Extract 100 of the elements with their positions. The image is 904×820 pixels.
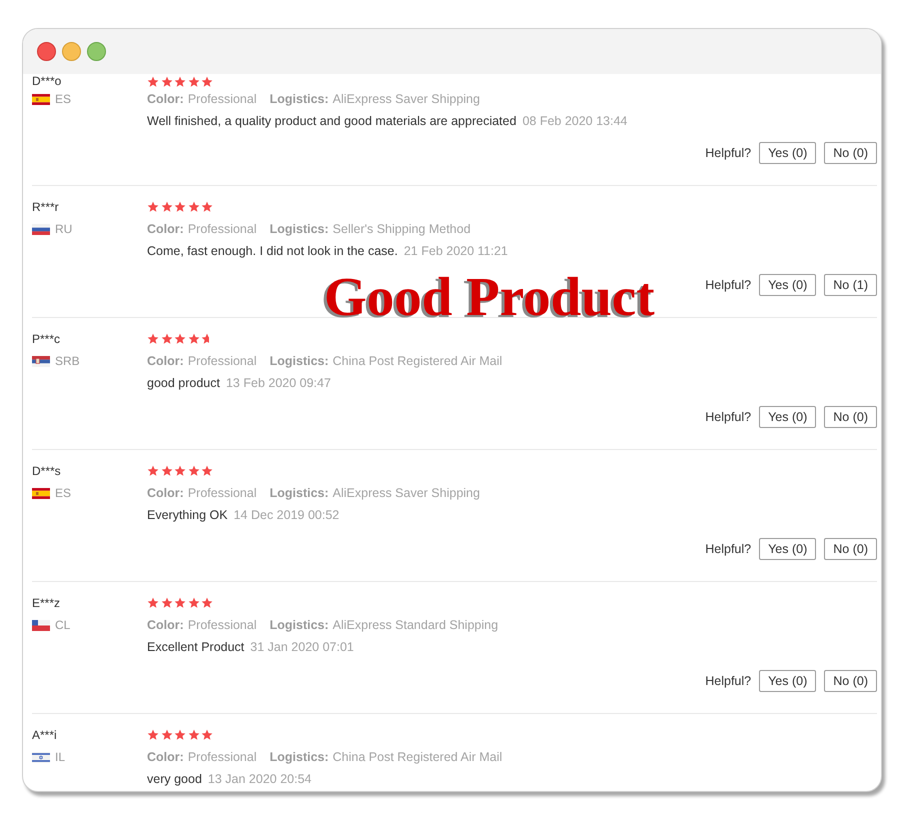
star-icon — [160, 76, 172, 88]
color-label: Color: — [147, 618, 184, 632]
star-icon — [160, 729, 172, 741]
reviewer-name: R***r — [32, 200, 59, 214]
color-value: Professional — [188, 486, 257, 500]
star-icon — [188, 333, 200, 345]
no-button[interactable]: No (0) — [824, 670, 877, 692]
star-icon — [174, 597, 186, 609]
star-icon — [147, 201, 159, 213]
star-icon — [160, 465, 172, 477]
review-text: Excellent Product — [147, 640, 244, 654]
star-icon — [160, 201, 172, 213]
star-icon — [188, 76, 200, 88]
reviewer-name: A***i — [32, 728, 57, 742]
review-date: 08 Feb 2020 13:44 — [522, 114, 628, 128]
helpful-label: Helpful? — [705, 146, 752, 160]
star-icon — [188, 201, 200, 213]
review-date: 31 Jan 2020 07:01 — [250, 640, 354, 654]
helpful-label: Helpful? — [705, 278, 752, 292]
minimize-button[interactable] — [62, 42, 81, 61]
color-value: Professional — [188, 750, 257, 764]
color-value: Professional — [188, 92, 257, 106]
flag-icon — [32, 356, 50, 366]
color-label: Color: — [147, 486, 184, 500]
review-date: 13 Feb 2020 09:47 — [226, 376, 331, 390]
star-icon — [201, 201, 213, 213]
logistics-label: Logistics: — [270, 354, 329, 368]
logistics-value: China Post Registered Air Mail — [332, 750, 502, 764]
review-text: Everything OK — [147, 508, 228, 522]
star-icon — [201, 465, 213, 477]
review-date: 21 Feb 2020 11:21 — [404, 244, 508, 258]
star-icon — [201, 597, 213, 609]
review-text: Come, fast enough. I did not look in the case. — [147, 244, 398, 258]
promo-heading: Good Product — [324, 269, 655, 325]
star-icon — [160, 333, 172, 345]
star-icon — [188, 597, 200, 609]
no-button[interactable]: No (0) — [824, 538, 877, 560]
logistics-label: Logistics: — [270, 486, 329, 500]
yes-button[interactable]: Yes (0) — [759, 274, 816, 296]
reviewer-name: D***o — [32, 75, 62, 88]
star-icon — [174, 729, 186, 741]
reviewer-name: P***c — [32, 332, 60, 346]
color-value: Professional — [188, 618, 257, 632]
logistics-label: Logistics: — [270, 92, 329, 106]
yes-button[interactable]: Yes (0) — [759, 142, 816, 164]
color-label: Color: — [147, 222, 184, 236]
review-date: 14 Dec 2019 00:52 — [234, 508, 340, 522]
logistics-value: Seller's Shipping Method — [332, 222, 471, 236]
logistics-label: Logistics: — [270, 222, 329, 236]
country-code: SRB — [55, 354, 80, 368]
color-label: Color: — [147, 354, 184, 368]
country-code: CL — [55, 618, 70, 632]
color-value: Professional — [188, 354, 257, 368]
reviewer-name: D***s — [32, 464, 61, 478]
country-code: RU — [55, 222, 72, 236]
yes-button[interactable]: Yes (0) — [759, 406, 816, 428]
logistics-value: China Post Registered Air Mail — [332, 354, 502, 368]
star-icon — [201, 76, 213, 88]
no-button[interactable]: No (0) — [824, 406, 877, 428]
review-date: 13 Jan 2020 20:54 — [208, 772, 312, 786]
star-icon — [147, 729, 159, 741]
country-code: IL — [55, 750, 66, 764]
star-icon — [188, 729, 200, 741]
star-icon — [188, 465, 200, 477]
logistics-value: AliExpress Saver Shipping — [332, 92, 480, 106]
no-button[interactable]: No (1) — [824, 274, 877, 296]
zoom-button[interactable] — [87, 42, 106, 61]
helpful-label: Helpful? — [705, 542, 752, 556]
color-label: Color: — [147, 750, 184, 764]
flag-icon — [32, 752, 50, 762]
yes-button[interactable]: Yes (0) — [759, 538, 816, 560]
flag-icon — [32, 224, 50, 234]
review-text: very good — [147, 772, 202, 786]
star-icon — [147, 76, 159, 88]
star-icon — [174, 201, 186, 213]
star-icon — [201, 729, 213, 741]
star-icon — [174, 465, 186, 477]
flag-icon — [32, 620, 50, 630]
yes-button[interactable]: Yes (0) — [759, 670, 816, 692]
review-text: Well finished, a quality product and good materials are appreciated — [147, 114, 516, 128]
star-icon — [147, 465, 159, 477]
country-code: ES — [55, 92, 72, 106]
close-button[interactable] — [37, 42, 56, 61]
logistics-value: AliExpress Standard Shipping — [332, 618, 498, 632]
color-value: Professional — [188, 222, 257, 236]
star-icon — [174, 76, 186, 88]
star-icon — [160, 597, 172, 609]
color-label: Color: — [147, 92, 184, 106]
logistics-label: Logistics: — [270, 750, 329, 764]
star-icon — [201, 333, 210, 345]
reviewer-name: E***z — [32, 596, 60, 610]
flag-icon — [32, 488, 50, 498]
logistics-value: AliExpress Saver Shipping — [332, 486, 480, 500]
star-icon — [147, 597, 159, 609]
logistics-label: Logistics: — [270, 618, 329, 632]
review-text: good product — [147, 376, 220, 390]
flag-icon — [32, 94, 50, 104]
helpful-label: Helpful? — [705, 674, 752, 688]
star-icon — [174, 333, 186, 345]
no-button[interactable]: No (0) — [824, 142, 877, 164]
